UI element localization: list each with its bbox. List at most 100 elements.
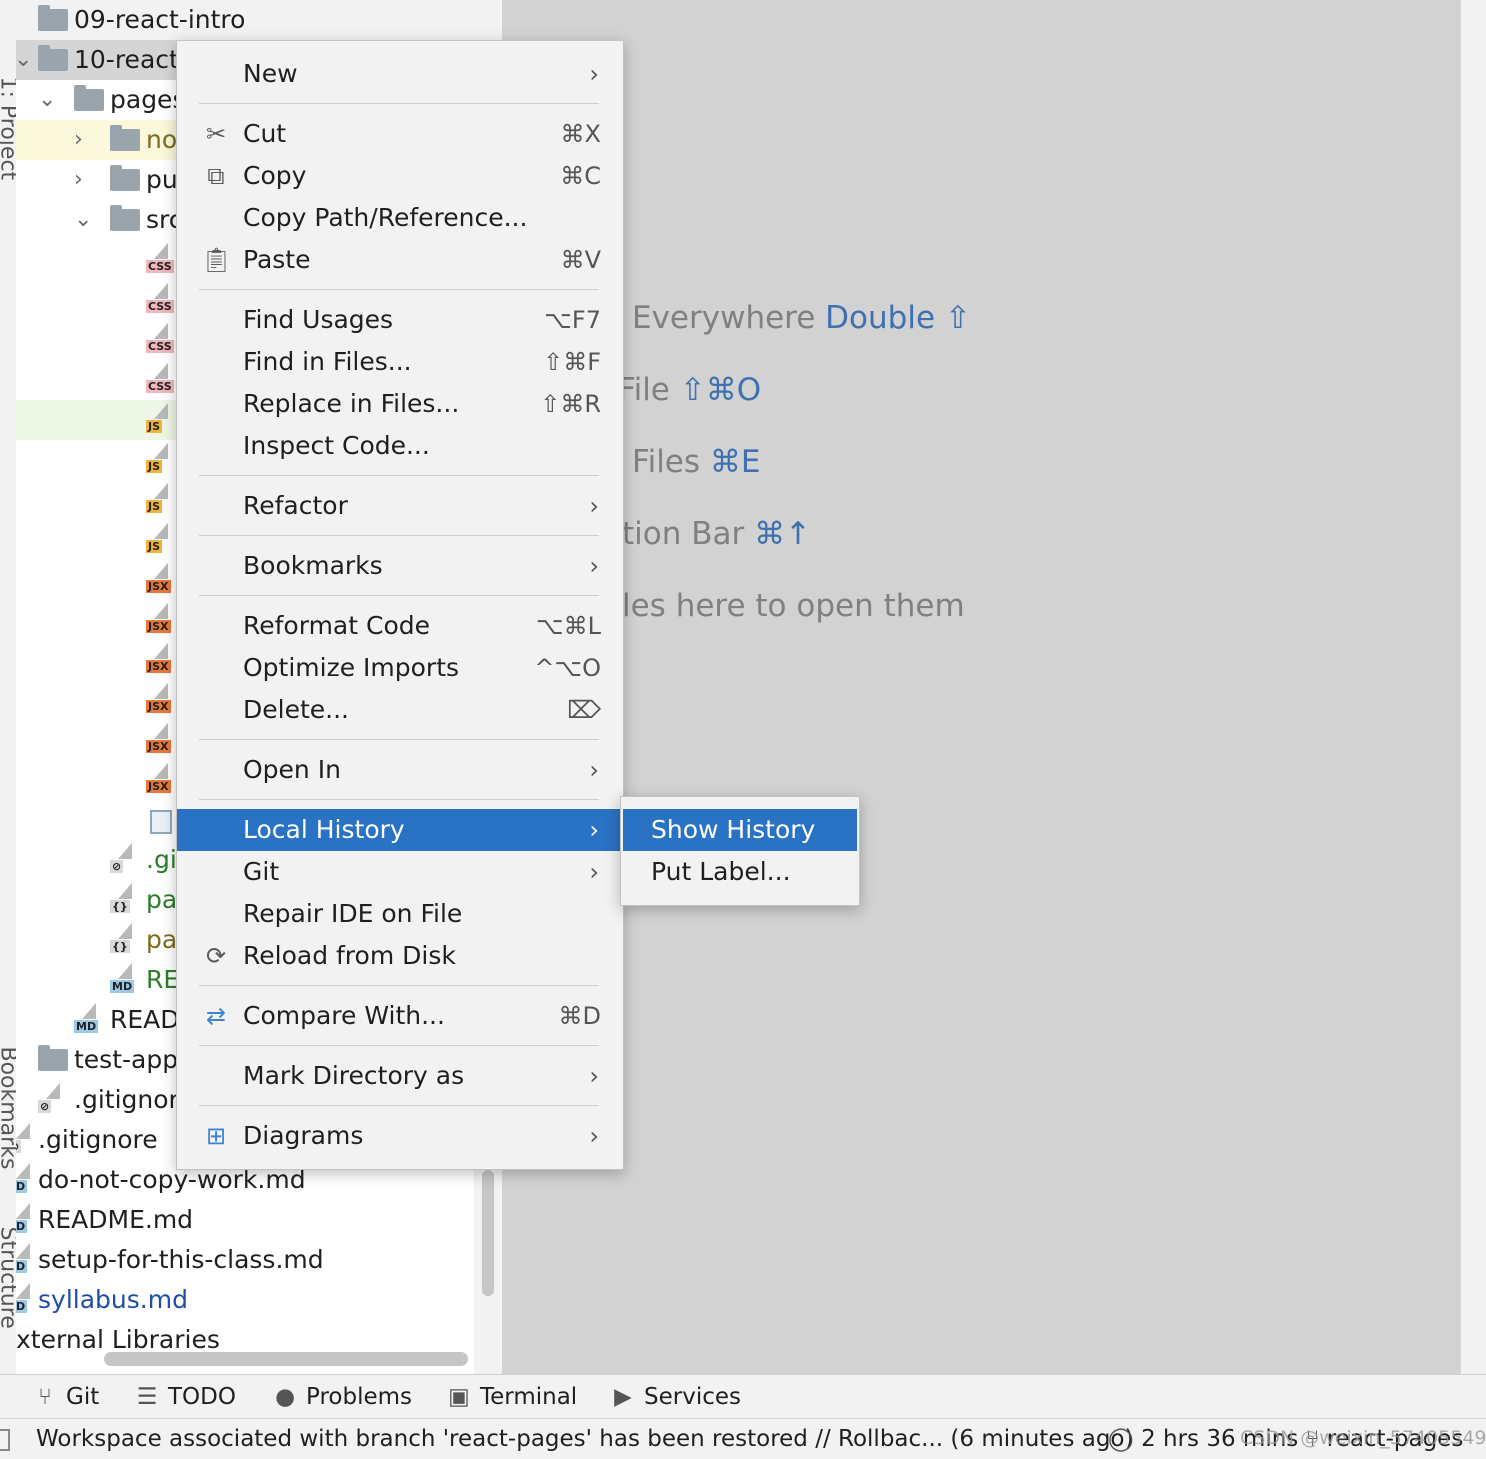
markdown-file-icon: MD <box>110 963 140 997</box>
menu-separator <box>199 1045 599 1046</box>
chevron-right-icon: › <box>589 858 599 886</box>
play-icon: ▶ <box>614 1384 632 1410</box>
folder-icon <box>110 205 140 231</box>
tree-row[interactable]: D syllabus.md <box>16 1280 474 1320</box>
menu-item-replace-in-files[interactable]: Replace in Files... ⇧⌘R <box>177 383 623 425</box>
tree-horizontal-scrollbar[interactable] <box>104 1352 468 1366</box>
menu-item-cut[interactable]: ✂ Cut ⌘X <box>177 113 623 155</box>
jsx-file-icon: JSX <box>146 763 176 797</box>
js-file-icon: JS <box>146 403 176 437</box>
css-file-icon: CSS <box>146 363 176 397</box>
tree-row[interactable]: 09-react-intro <box>16 0 474 40</box>
menu-item-delete[interactable]: Delete... ⌦ <box>177 689 623 731</box>
menu-item-repair-ide[interactable]: Repair IDE on File <box>177 893 623 935</box>
chevron-right-icon: › <box>589 1062 599 1090</box>
folder-icon <box>74 85 104 111</box>
chevron-right-icon: › <box>589 552 599 580</box>
menu-separator <box>199 595 599 596</box>
menu-item-bookmarks[interactable]: Bookmarks › <box>177 545 623 587</box>
menu-separator <box>199 289 599 290</box>
hint-go-to-file: File ⇧⌘O <box>618 372 762 408</box>
clipboard-icon: 📋︎ <box>201 246 232 274</box>
tree-row[interactable]: D README.md <box>16 1200 474 1240</box>
menu-item-find-in-files[interactable]: Find in Files... ⇧⌘F <box>177 341 623 383</box>
menu-item-inspect-code[interactable]: Inspect Code... <box>177 425 623 467</box>
jsx-file-icon: JSX <box>146 563 176 597</box>
css-file-icon: CSS <box>146 243 176 277</box>
markdown-file-icon: D <box>16 1283 38 1317</box>
status-left-icon[interactable] <box>0 1429 10 1451</box>
terminal-icon: ▣ <box>448 1384 470 1410</box>
gitignore-file-icon: ⊘ <box>38 1083 68 1117</box>
menu-item-copy-path[interactable]: Copy Path/Reference... <box>177 197 623 239</box>
chevron-right-icon[interactable]: › <box>74 160 83 200</box>
problems-tool-button[interactable]: ● Problems <box>272 1375 412 1419</box>
chevron-right-icon: › <box>589 492 599 520</box>
menu-separator <box>199 739 599 740</box>
menu-separator <box>199 1105 599 1106</box>
list-icon: ☰ <box>136 1384 158 1410</box>
menu-item-new[interactable]: New › <box>177 53 623 95</box>
chevron-right-icon: › <box>589 1122 599 1150</box>
folder-icon <box>110 125 140 151</box>
status-bar: Workspace associated with branch 'react-… <box>0 1418 1486 1457</box>
menu-item-optimize-imports[interactable]: Optimize Imports ^⌥O <box>177 647 623 689</box>
menu-separator <box>199 799 599 800</box>
hint-recent-files: Files ⌘E <box>632 444 761 480</box>
diagram-icon: ⊞ <box>205 1122 227 1150</box>
menu-item-paste[interactable]: 📋︎ Paste ⌘V <box>177 239 623 281</box>
css-file-icon: CSS <box>146 323 176 357</box>
chevron-down-icon[interactable]: ⌄ <box>38 80 56 120</box>
gitignore-file-icon: ⊘ <box>16 1123 38 1157</box>
menu-item-copy[interactable]: ⧉ Copy ⌘C <box>177 155 623 197</box>
tree-vertical-scrollbar[interactable] <box>482 1170 494 1296</box>
todo-tool-button[interactable]: ☰ TODO <box>134 1375 236 1419</box>
menu-item-open-in[interactable]: Open In › <box>177 749 623 791</box>
refresh-icon: ⟳ <box>205 942 227 970</box>
services-tool-button[interactable]: ▶ Services <box>610 1375 741 1419</box>
status-message[interactable]: Workspace associated with branch 'react-… <box>36 1419 1133 1459</box>
folder-icon <box>38 5 68 31</box>
check-circle-icon[interactable]: ◯ <box>1108 1426 1134 1452</box>
copy-icon: ⧉ <box>207 162 225 190</box>
menu-item-local-history[interactable]: Local History › <box>177 809 623 851</box>
gitignore-file-icon: ⊘ <box>110 843 140 877</box>
git-tool-button[interactable]: ⑂ Git <box>32 1375 99 1419</box>
context-menu: New › ✂ Cut ⌘X ⧉ Copy ⌘C Copy Path/Referenc… <box>176 40 624 1170</box>
tool-window-bar: ⑂ Git ☰ TODO ● Problems ▣ Terminal ▶ Services <box>0 1374 1486 1419</box>
menu-item-mark-directory[interactable]: Mark Directory as › <box>177 1055 623 1097</box>
delete-key-icon: ⌦ <box>567 696 601 724</box>
js-file-icon: JS <box>146 483 176 517</box>
markdown-file-icon: D <box>16 1243 38 1277</box>
chevron-down-icon[interactable]: ⌄ <box>16 40 32 80</box>
js-file-icon: JS <box>146 443 176 477</box>
menu-item-refactor[interactable]: Refactor › <box>177 485 623 527</box>
chevron-right-icon[interactable]: › <box>74 120 83 160</box>
submenu-item-put-label[interactable]: Put Label... <box>623 851 857 893</box>
markdown-file-icon: D <box>16 1163 38 1197</box>
hint-drop-files: les here to open them <box>622 588 965 624</box>
jsx-file-icon: JSX <box>146 683 176 717</box>
tree-row[interactable]: D setup-for-this-class.md <box>16 1240 474 1280</box>
git-branch-icon: ⑂ <box>38 1384 52 1410</box>
menu-item-find-usages[interactable]: Find Usages ⌥F7 <box>177 299 623 341</box>
hint-navigation-bar: tion Bar ⌘↑ <box>622 516 812 552</box>
menu-item-reformat-code[interactable]: Reformat Code ⌥⌘L <box>177 605 623 647</box>
chevron-right-icon: › <box>589 816 599 844</box>
menu-item-compare-with[interactable]: ⇄ Compare With... ⌘D <box>177 995 623 1037</box>
css-file-icon: CSS <box>146 283 176 317</box>
warning-icon: ● <box>274 1384 296 1410</box>
menu-separator <box>199 985 599 986</box>
menu-separator <box>199 475 599 476</box>
chevron-right-icon: › <box>589 60 599 88</box>
menu-item-diagrams[interactable]: ⊞ Diagrams › <box>177 1115 623 1157</box>
markdown-file-icon: D <box>16 1203 38 1237</box>
menu-item-git[interactable]: Git › <box>177 851 623 893</box>
jsx-file-icon: JSX <box>146 603 176 637</box>
submenu-item-show-history[interactable]: Show History <box>623 809 857 851</box>
json-file-icon: {} <box>110 923 140 957</box>
menu-item-reload-from-disk[interactable]: ⟳ Reload from Disk <box>177 935 623 977</box>
chevron-down-icon[interactable]: ⌄ <box>74 200 92 240</box>
watermark: CSDN @weixin_57405549 <box>1240 1427 1486 1449</box>
terminal-tool-button[interactable]: ▣ Terminal <box>446 1375 577 1419</box>
